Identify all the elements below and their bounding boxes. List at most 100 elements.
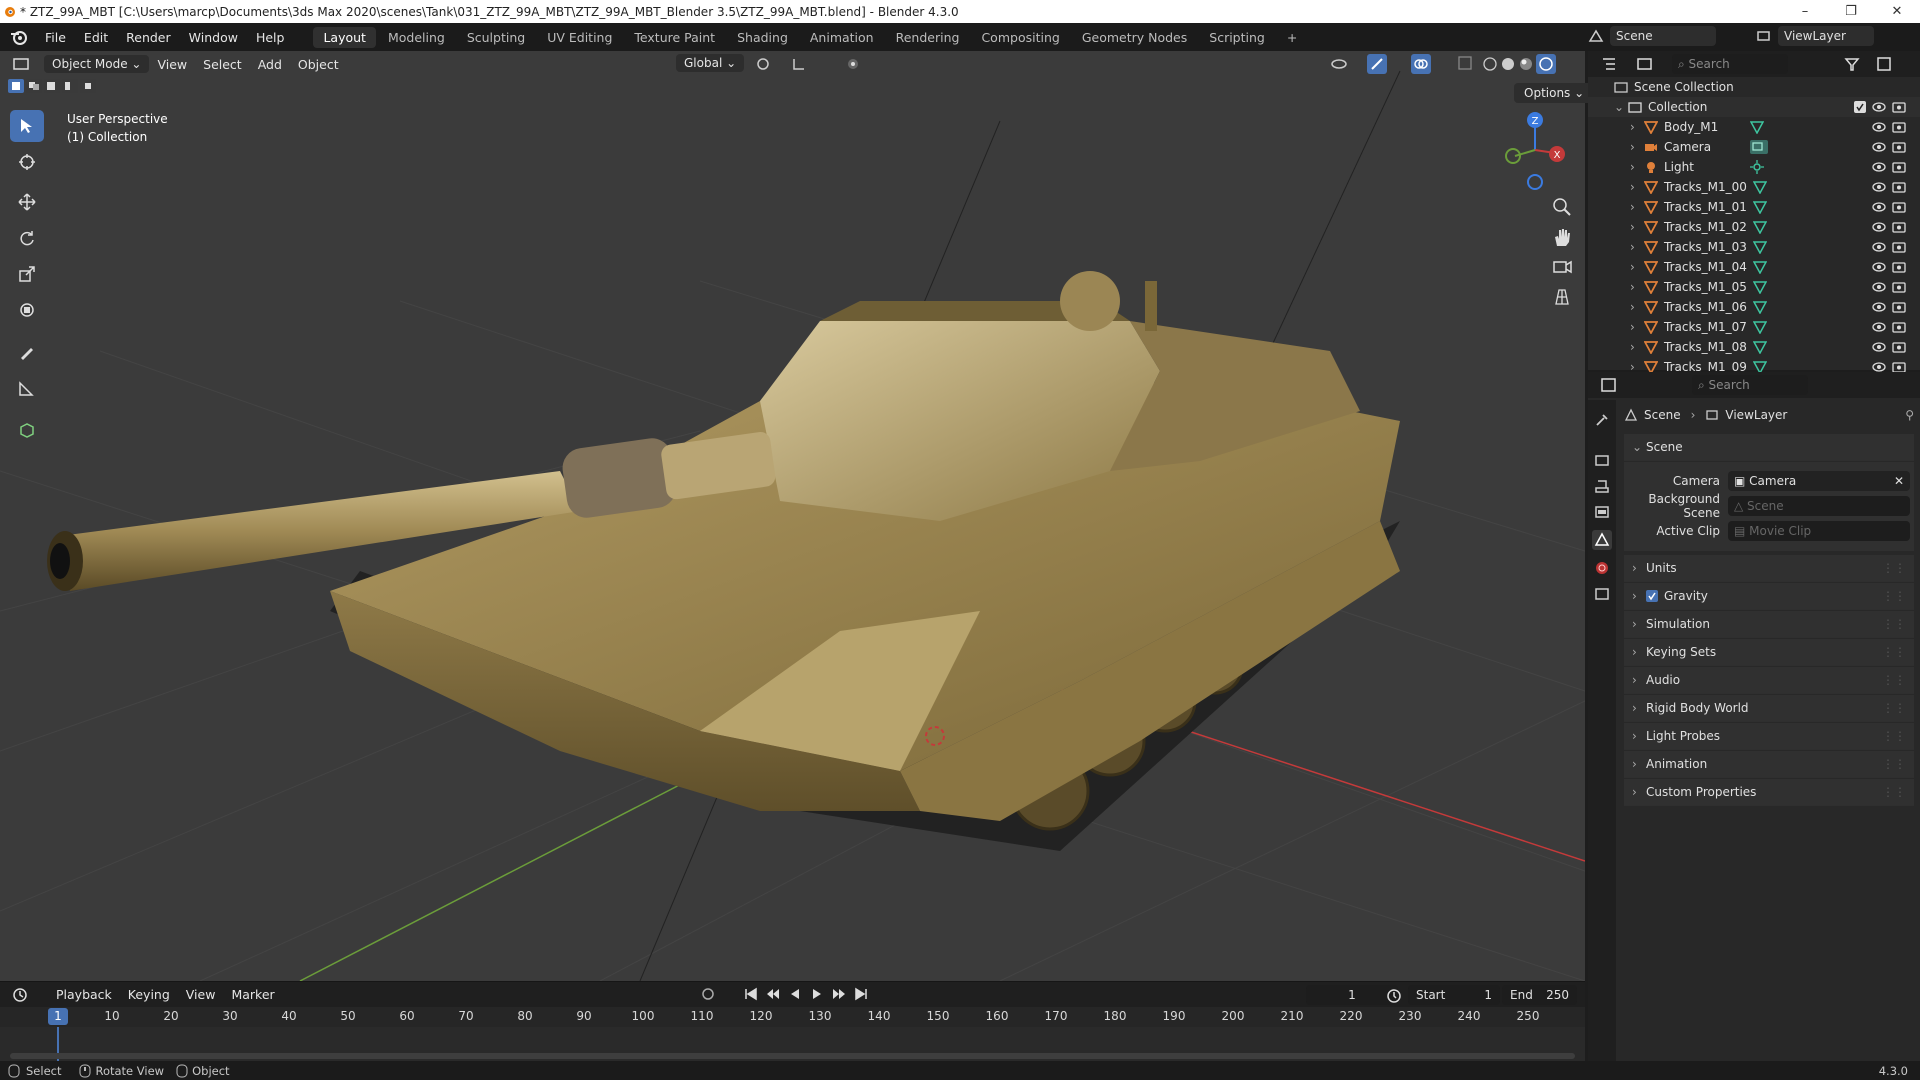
stopwatch-icon[interactable] (1386, 987, 1402, 1003)
options-button[interactable]: Options ⌄ (1514, 83, 1595, 103)
expand-arrow-icon[interactable]: › (1630, 280, 1644, 294)
perspective-grid-icon[interactable] (1551, 286, 1573, 308)
menu-window[interactable]: Window (180, 30, 247, 45)
eye-icon[interactable] (1872, 141, 1886, 153)
collection-row[interactable]: ⌄ Collection (1588, 97, 1920, 117)
add-cube-tool[interactable] (10, 414, 44, 446)
render-camera-icon[interactable] (1892, 341, 1906, 353)
mesh-data-icon[interactable] (1752, 260, 1767, 274)
jump-end-icon[interactable] (854, 987, 868, 1001)
3d-viewport[interactable] (0, 51, 1585, 981)
scene-selector[interactable]: Scene (1610, 26, 1716, 46)
start-frame-field[interactable]: Start 1 (1408, 985, 1500, 1005)
outliner-item[interactable]: › Tracks_M1_06 (1588, 297, 1920, 317)
blender-menu-icon[interactable] (10, 29, 28, 45)
timeline-menu-marker[interactable]: Marker (223, 987, 282, 1002)
select-new-icon[interactable] (8, 79, 24, 93)
tab-scripting[interactable]: Scripting (1199, 27, 1275, 48)
render-camera-icon[interactable] (1892, 101, 1906, 113)
shading-wireframe-icon[interactable] (1482, 56, 1498, 72)
drag-handle-icon[interactable]: ⋮⋮ (1882, 645, 1914, 659)
mesh-data-icon[interactable] (1752, 180, 1767, 194)
close-button[interactable]: ✕ (1874, 0, 1920, 23)
panel-header[interactable]: › Rigid Body World ⋮⋮ (1624, 695, 1914, 722)
mesh-data-icon[interactable] (1750, 120, 1764, 134)
tab-texture-paint[interactable]: Texture Paint (624, 27, 725, 48)
light-data-icon[interactable] (1750, 160, 1764, 174)
jump-start-icon[interactable] (744, 987, 758, 1001)
render-camera-icon[interactable] (1892, 261, 1906, 273)
tab-shading[interactable]: Shading (727, 27, 798, 48)
render-camera-icon[interactable] (1892, 201, 1906, 213)
timeline-editor-type-icon[interactable] (12, 987, 30, 1003)
panel-header[interactable]: › Audio ⋮⋮ (1624, 667, 1914, 694)
outliner-item[interactable]: › Tracks_M1_01 (1588, 197, 1920, 217)
add-workspace-button[interactable]: + (1277, 27, 1307, 48)
display-mode-icon[interactable] (1636, 56, 1654, 72)
expand-arrow-icon[interactable]: › (1630, 160, 1644, 174)
properties-search-input[interactable]: ⌕ Search (1692, 375, 1808, 395)
tab-uv-editing[interactable]: UV Editing (537, 27, 622, 48)
outliner-search-input[interactable]: ⌕ Search (1672, 54, 1788, 74)
maximize-button[interactable]: ❐ (1828, 0, 1874, 23)
render-camera-icon[interactable] (1892, 121, 1906, 133)
panel-header[interactable]: › Light Probes ⋮⋮ (1624, 723, 1914, 750)
viewport-menu-add[interactable]: Add (250, 57, 290, 72)
camera-field[interactable]: ▣ Camera ✕ (1728, 470, 1910, 491)
filter-icon[interactable] (1844, 56, 1860, 72)
rotate-tool[interactable] (10, 222, 44, 254)
render-camera-icon[interactable] (1892, 141, 1906, 153)
xray-toggle-icon[interactable] (1458, 56, 1472, 70)
select-extend-icon[interactable] (26, 79, 42, 93)
render-camera-icon[interactable] (1892, 161, 1906, 173)
transform-orientation-selector[interactable]: Global ⌄ (676, 54, 745, 72)
transform-tool[interactable] (10, 294, 44, 326)
eye-icon[interactable] (1872, 301, 1886, 313)
expand-arrow-icon[interactable]: › (1630, 220, 1644, 234)
properties-editor-type-icon[interactable] (1600, 377, 1618, 393)
camera-data-icon[interactable] (1750, 140, 1768, 154)
timeline-menu-view[interactable]: View (178, 987, 224, 1002)
menu-help[interactable]: Help (247, 30, 294, 45)
shading-rendered-icon[interactable] (1536, 54, 1556, 74)
end-frame-field[interactable]: End 250 (1502, 985, 1577, 1005)
expand-arrow-icon[interactable]: › (1630, 140, 1644, 154)
prev-keyframe-icon[interactable] (766, 987, 780, 1001)
select-intersect-icon[interactable] (80, 79, 96, 93)
drag-handle-icon[interactable]: ⋮⋮ (1882, 617, 1914, 631)
expand-arrow-icon[interactable]: › (1630, 180, 1644, 194)
play-reverse-icon[interactable] (788, 987, 802, 1001)
move-tool[interactable] (10, 186, 44, 218)
viewport-menu-view[interactable]: View (149, 57, 195, 72)
frame-ruler[interactable]: 1 10 20 30 40 50 60 70 80 90 100 110 120 130 140 150 160… (0, 1007, 1585, 1027)
timeline-menu-playback[interactable]: Playback (48, 987, 120, 1002)
outliner-item[interactable]: › Camera (1588, 137, 1920, 157)
pin-icon[interactable]: ⚲ (1905, 408, 1914, 422)
menu-render[interactable]: Render (117, 30, 180, 45)
mesh-data-icon[interactable] (1752, 200, 1767, 214)
current-frame-field[interactable]: 1 (1306, 985, 1398, 1005)
mesh-data-icon[interactable] (1752, 240, 1767, 254)
render-camera-icon[interactable] (1892, 241, 1906, 253)
shading-material-icon[interactable] (1518, 56, 1534, 72)
drag-handle-icon[interactable]: ⋮⋮ (1882, 729, 1914, 743)
render-tab-icon[interactable] (1594, 452, 1610, 468)
panel-header[interactable]: › Units ⋮⋮ (1624, 555, 1914, 582)
expand-arrow-icon[interactable]: › (1630, 240, 1644, 254)
menu-edit[interactable]: Edit (75, 30, 117, 45)
viewlayer-selector[interactable]: ViewLayer (1778, 26, 1874, 46)
expand-arrow-icon[interactable]: › (1630, 300, 1644, 314)
eye-icon[interactable] (1872, 161, 1886, 173)
outliner-item[interactable]: › Tracks_M1_05 (1588, 277, 1920, 297)
new-collection-icon[interactable] (1876, 56, 1892, 72)
next-keyframe-icon[interactable] (832, 987, 846, 1001)
panel-header[interactable]: › Custom Properties ⋮⋮ (1624, 779, 1914, 806)
gravity-checkbox-icon[interactable] (1646, 590, 1658, 602)
expand-arrow-icon[interactable]: › (1630, 340, 1644, 354)
mesh-data-icon[interactable] (1752, 340, 1767, 354)
timeline-scrollbar[interactable] (10, 1053, 1575, 1059)
panel-header[interactable]: › Gravity ⋮⋮ (1624, 583, 1914, 610)
render-camera-icon[interactable] (1892, 281, 1906, 293)
minimize-button[interactable]: – (1782, 0, 1828, 23)
camera-view-icon[interactable] (1551, 256, 1573, 278)
